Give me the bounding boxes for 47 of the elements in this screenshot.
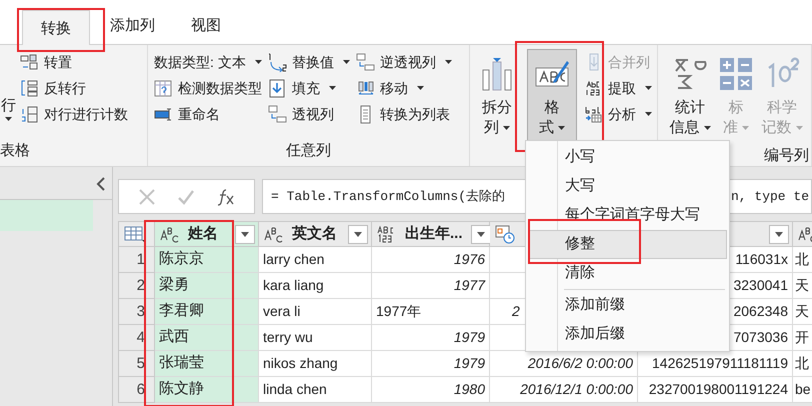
table-cell-text: larry chen bbox=[263, 250, 324, 269]
row-number: 1 bbox=[118, 247, 155, 273]
table-cell-text: 1976 bbox=[454, 250, 485, 269]
table-cell-text: terry wu bbox=[263, 328, 313, 347]
row-number: 2 bbox=[118, 273, 155, 299]
table-cell-text: 232700198001191224 bbox=[648, 380, 788, 399]
table-cell-text: vera li bbox=[263, 302, 300, 321]
table-cell-text: 142625197911181119 bbox=[652, 354, 788, 373]
column-title: 姓名 bbox=[188, 224, 219, 244]
row-number: 6 bbox=[118, 377, 155, 403]
table-cell-text: 开 bbox=[795, 328, 809, 347]
table-cell-text: 天 bbox=[795, 302, 809, 321]
column-title: 英文名 bbox=[292, 224, 338, 244]
group-label: 编号列 bbox=[764, 146, 809, 166]
row-number: 3 bbox=[118, 299, 155, 325]
row-number: 5 bbox=[118, 351, 155, 377]
table-cell-text: 2016/6/2 0:00:00 bbox=[528, 354, 633, 373]
table-cell-text: 1977年 bbox=[376, 302, 422, 321]
table-cell-text: 1980 bbox=[454, 380, 485, 399]
table-cell-text: 梁勇 bbox=[159, 275, 189, 296]
table-cell-text: 3230041 bbox=[733, 276, 788, 295]
table-cell-text: nikos zhang bbox=[263, 354, 338, 373]
table-cell-text: 李君卿 bbox=[159, 301, 204, 322]
group-label: 任意列 bbox=[286, 141, 331, 161]
table-cell-text: be bbox=[795, 380, 811, 399]
formula-text: n, type te bbox=[730, 188, 809, 206]
table-cell-text: 陈文静 bbox=[159, 379, 204, 400]
table-cell-text: 2062348 bbox=[733, 302, 788, 321]
table-cell-text: linda chen bbox=[263, 380, 327, 399]
table-cell-text: 武西 bbox=[159, 327, 189, 348]
table-cell-text: 2016/12/1 0:00:00 bbox=[520, 380, 633, 399]
table-cell-text: 北 bbox=[795, 354, 809, 373]
column-title: 出生年... bbox=[405, 224, 463, 244]
group-label: 表格 bbox=[0, 141, 30, 161]
table-cell-text: 1977 bbox=[454, 276, 485, 295]
table-cell-text: 7073036 bbox=[733, 328, 788, 347]
table-cell-text: kara liang bbox=[263, 276, 324, 295]
table-cell-text: 2 bbox=[512, 302, 520, 321]
table-cell-text: 116031x bbox=[735, 250, 788, 269]
table-cell-text: 1979 bbox=[454, 354, 485, 373]
formula-text: = Table.TransformColumns(去除的 bbox=[271, 188, 506, 206]
table-cell-text: 张瑞莹 bbox=[159, 353, 204, 374]
row-number: 4 bbox=[118, 325, 155, 351]
table-cell-text: 1979 bbox=[454, 328, 485, 347]
table-cell-text: 天 bbox=[795, 276, 809, 295]
table-cell-text: 陈京京 bbox=[159, 249, 204, 270]
table-cell-text: 北 bbox=[795, 250, 809, 269]
